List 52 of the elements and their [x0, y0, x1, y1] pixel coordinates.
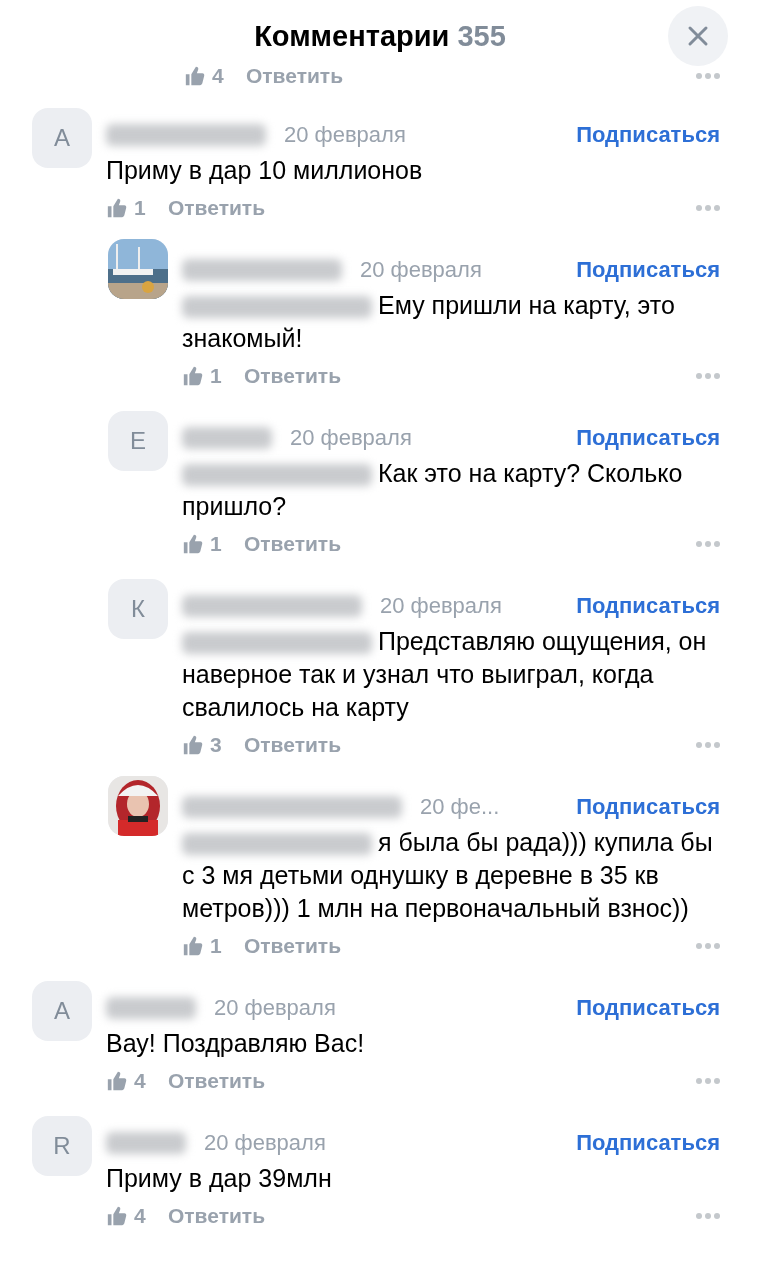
comment-text: я была бы рада))) купила бы с 3 мя детьми однушку в деревне в 35 кв метров))) 1 млн на первоначальный взнос)): [182, 827, 714, 924]
like-count: 4: [134, 1204, 147, 1228]
like-count: 1: [134, 196, 147, 220]
subscribe-link[interactable]: Подписаться: [576, 593, 720, 619]
avatar[interactable]: Е: [108, 411, 168, 471]
comment-text: Приму в дар 10 миллионов: [106, 155, 424, 186]
like-count: 3: [210, 733, 223, 757]
avatar[interactable]: R: [32, 1116, 92, 1176]
thumbs-up-icon[interactable]: [182, 935, 204, 957]
thumbs-up-icon[interactable]: [182, 533, 204, 555]
reply-link[interactable]: Ответить: [244, 532, 342, 556]
like-count: 1: [210, 934, 223, 958]
thumbs-up-icon[interactable]: [106, 197, 128, 219]
comment-text: Как это на карту? Сколько пришло?: [182, 458, 684, 522]
reply-link[interactable]: Ответить: [168, 1069, 266, 1093]
reply-link[interactable]: Ответить: [168, 1204, 266, 1228]
avatar[interactable]: А: [32, 981, 92, 1041]
reply-link[interactable]: Ответить: [246, 64, 344, 88]
comment-date: 20 февраля: [360, 257, 482, 283]
comment-date: 20 февраля: [214, 995, 336, 1021]
like-count: 1: [210, 364, 223, 388]
comment-text: Представляю ощущения, он наверное так и узнал что выиграл, когда свалилось на карту: [182, 626, 708, 723]
reply-link[interactable]: Ответить: [244, 364, 342, 388]
like-count: 4: [212, 64, 225, 88]
like-count: 4: [134, 1069, 147, 1093]
thumbs-up-icon[interactable]: [106, 1070, 128, 1092]
comment-date: 20 февраля: [290, 425, 412, 451]
avatar[interactable]: А: [32, 108, 92, 168]
subscribe-link[interactable]: Подписаться: [576, 122, 720, 148]
reply-link[interactable]: Ответить: [244, 733, 342, 757]
thumbs-up-icon[interactable]: [182, 365, 204, 387]
subscribe-link[interactable]: Подписаться: [576, 1130, 720, 1156]
comment-text: Приму в дар 39млн: [106, 1163, 333, 1194]
comment-date: 20 февраля: [380, 593, 502, 619]
reply-link[interactable]: Ответить: [244, 934, 342, 958]
header-title: Комментарии 355: [254, 19, 506, 53]
thumbs-up-icon[interactable]: [182, 734, 204, 756]
like-count: 1: [210, 532, 223, 556]
thumbs-up-icon[interactable]: [184, 65, 206, 87]
comment-date: 20 фе...: [420, 794, 500, 820]
avatar[interactable]: К: [108, 579, 168, 639]
comment-text: Вау! Поздравляю Вас!: [106, 1028, 366, 1059]
reply-link[interactable]: Ответить: [168, 196, 266, 220]
subscribe-link[interactable]: Подписаться: [576, 995, 720, 1021]
subscribe-link[interactable]: Подписаться: [576, 257, 720, 283]
comment-date: 20 февраля: [284, 122, 406, 148]
comment-text: Ему пришли на карту, это знакомый!: [182, 290, 676, 354]
thumbs-up-icon[interactable]: [106, 1205, 128, 1227]
comment-date: 20 февраля: [204, 1130, 326, 1156]
subscribe-link[interactable]: Подписаться: [576, 425, 720, 451]
close-icon: [687, 25, 709, 47]
subscribe-link[interactable]: Подписаться: [576, 794, 720, 820]
